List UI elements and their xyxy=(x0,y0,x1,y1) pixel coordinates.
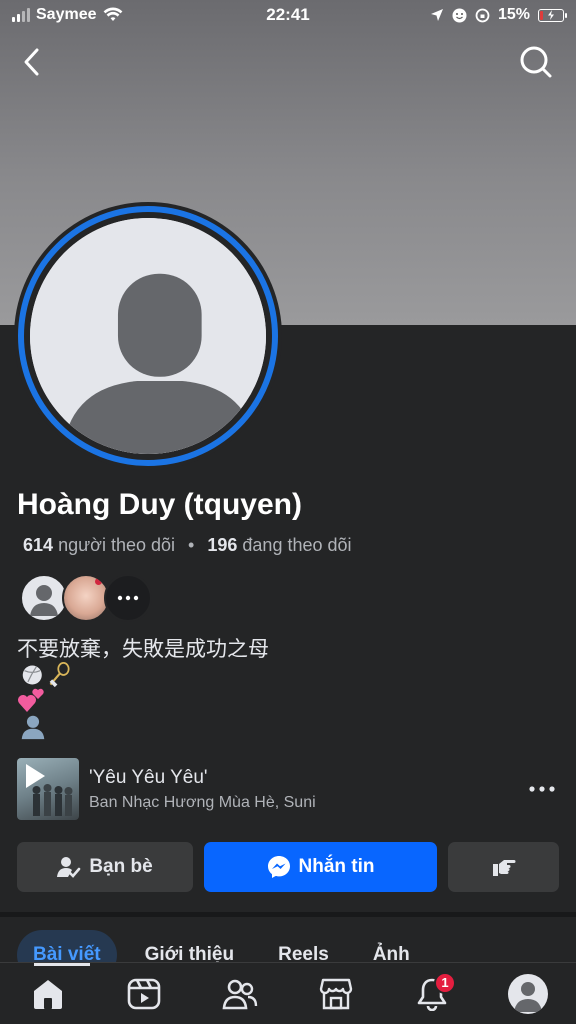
music-album-art[interactable] xyxy=(17,758,79,820)
profile-actions: Bạn bè Nhắn tin xyxy=(17,842,559,892)
battery-percent: 15% xyxy=(497,6,530,23)
nav-video[interactable] xyxy=(114,964,174,1024)
friend-avatar-1[interactable] xyxy=(20,574,68,622)
stats-separator: • xyxy=(188,535,195,555)
carrier-name: Saymee xyxy=(36,6,97,23)
back-button[interactable] xyxy=(10,40,54,84)
more-friends-button[interactable] xyxy=(104,574,152,622)
nav-friends[interactable] xyxy=(210,964,270,1024)
messenger-icon xyxy=(267,856,290,878)
following-count: 196 xyxy=(207,535,238,555)
nav-profile[interactable] xyxy=(498,964,558,1024)
home-icon xyxy=(34,979,62,1009)
nav-home[interactable] xyxy=(18,964,78,1024)
music-more-button[interactable] xyxy=(522,769,562,809)
profile-name: Hoàng Duy (tquyen) xyxy=(17,488,302,521)
marketplace-icon xyxy=(319,978,353,1009)
signal-icon xyxy=(12,8,30,22)
following-label: đang theo dõi xyxy=(242,535,352,555)
story-ring xyxy=(18,206,278,466)
music-title: 'Yêu Yêu Yêu' xyxy=(89,766,208,788)
clock: 22:41 xyxy=(266,5,310,24)
person-silhouette-icon xyxy=(21,715,45,740)
message-button[interactable]: Nhắn tin xyxy=(204,842,437,892)
friend-avatar-2[interactable] xyxy=(62,574,110,622)
play-icon xyxy=(26,764,45,788)
friend-check-icon xyxy=(57,857,81,878)
location-icon xyxy=(430,9,443,21)
follow-stats[interactable]: 614 người theo dõi • 196 đang theo dõi xyxy=(23,535,352,556)
nav-notifications[interactable]: 1 xyxy=(402,964,462,1024)
two-hearts-icon xyxy=(18,688,44,712)
wifi-icon xyxy=(103,7,122,21)
profile-avatar[interactable] xyxy=(14,202,282,470)
status-bar: Saymee 22:41 15% xyxy=(0,0,576,30)
bio-text: 不要放棄，失敗是成功之母 xyxy=(17,637,269,661)
battery-level xyxy=(540,10,543,20)
rotation-lock-icon xyxy=(475,8,490,22)
music-artist: Ban Nhạc Hương Mùa Hè, Suni xyxy=(89,793,316,811)
pointing-hand-icon xyxy=(492,860,515,876)
friends-icon xyxy=(222,979,258,1009)
mutual-friends[interactable] xyxy=(20,574,152,622)
bio: 不要放棄，失敗是成功之母 xyxy=(17,636,269,740)
section-divider xyxy=(0,912,576,917)
friends-button[interactable]: Bạn bè xyxy=(17,842,193,892)
nav-marketplace[interactable] xyxy=(306,964,366,1024)
message-button-label: Nhắn tin xyxy=(298,856,375,877)
followers-count: 614 xyxy=(23,535,54,555)
battery-icon xyxy=(538,8,567,22)
default-avatar-icon xyxy=(30,218,266,454)
poke-button[interactable] xyxy=(448,842,559,892)
followers-label: người theo dõi xyxy=(58,535,175,555)
volleyball-badminton-icon xyxy=(22,662,70,688)
bottom-navigation: 1 xyxy=(0,962,576,1024)
friends-button-label: Bạn bè xyxy=(89,856,153,877)
profile-icon xyxy=(508,973,548,1014)
search-icon xyxy=(520,46,552,78)
chevron-left-icon xyxy=(24,48,39,76)
video-icon xyxy=(127,978,161,1009)
search-button[interactable] xyxy=(514,40,558,84)
more-dots-icon xyxy=(529,786,555,792)
more-dots-icon xyxy=(117,595,139,601)
face-icon xyxy=(452,8,467,22)
notification-badge: 1 xyxy=(434,971,456,994)
profile-music[interactable]: 'Yêu Yêu Yêu' Ban Nhạc Hương Mùa Hè, Sun… xyxy=(17,758,562,820)
